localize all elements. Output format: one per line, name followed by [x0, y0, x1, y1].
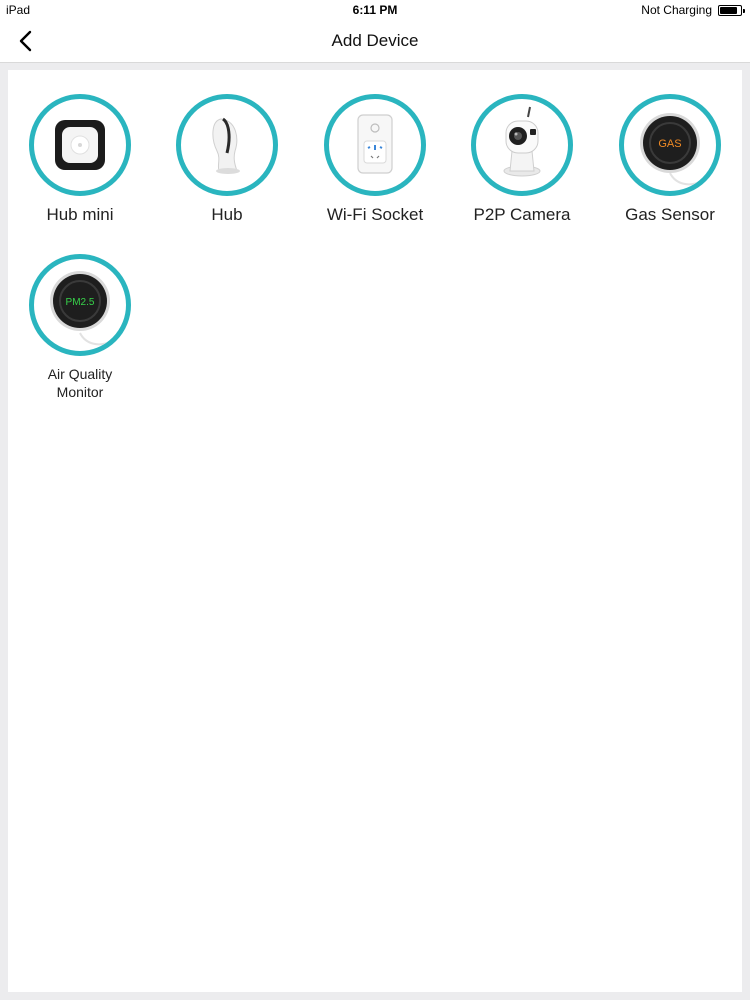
pm-badge-text: PM2.5 — [66, 297, 95, 308]
device-wifi-socket[interactable]: Wi-Fi Socket — [305, 94, 445, 224]
status-time: 6:11 PM — [352, 3, 398, 17]
device-p2p-camera[interactable]: P2P Camera — [452, 94, 592, 224]
wifi-socket-icon — [357, 114, 393, 174]
navigation-bar: Add Device — [0, 20, 750, 63]
device-hub-ring — [176, 94, 278, 196]
status-charging-text: Not Charging — [641, 3, 712, 17]
page-title: Add Device — [331, 31, 419, 50]
p2p-camera-icon — [503, 106, 541, 177]
device-label: Air Quality Monitor — [47, 366, 113, 400]
device-label: Wi-Fi Socket — [326, 205, 424, 224]
device-air-quality-monitor[interactable]: PM2.5 Air Quality Monitor — [10, 254, 150, 401]
hub-mini-icon — [55, 120, 105, 170]
device-p2p-camera-ring — [471, 94, 573, 196]
gas-sensor-icon: GAS — [640, 113, 703, 186]
air-quality-monitor-icon: PM2.5 — [50, 271, 113, 346]
device-hub[interactable]: Hub — [157, 94, 297, 224]
device-hub-mini[interactable]: Hub mini — [10, 94, 150, 224]
device-grid: Hub mini Hub Wi-Fi Socket P2P Camera GAS… — [8, 70, 742, 992]
hub-icon — [212, 117, 240, 174]
device-gas-sensor-ring: GAS — [619, 94, 721, 196]
status-battery-area: Not Charging — [641, 3, 745, 17]
device-label: P2P Camera — [473, 205, 571, 224]
battery-level-fill — [720, 6, 737, 14]
gas-badge-text: GAS — [658, 138, 681, 150]
battery-icon — [718, 4, 745, 16]
device-air-quality-monitor-ring: PM2.5 — [29, 254, 131, 356]
device-hub-mini-ring — [29, 94, 131, 196]
device-label: Hub — [211, 205, 243, 224]
device-wifi-socket-ring — [324, 94, 426, 196]
device-gas-sensor[interactable]: GAS Gas Sensor — [600, 94, 740, 224]
device-label: Gas Sensor — [625, 205, 715, 224]
status-bar: iPad 6:11 PM Not Charging — [0, 0, 750, 20]
device-label: Hub mini — [46, 205, 114, 224]
battery-cap — [743, 8, 745, 13]
